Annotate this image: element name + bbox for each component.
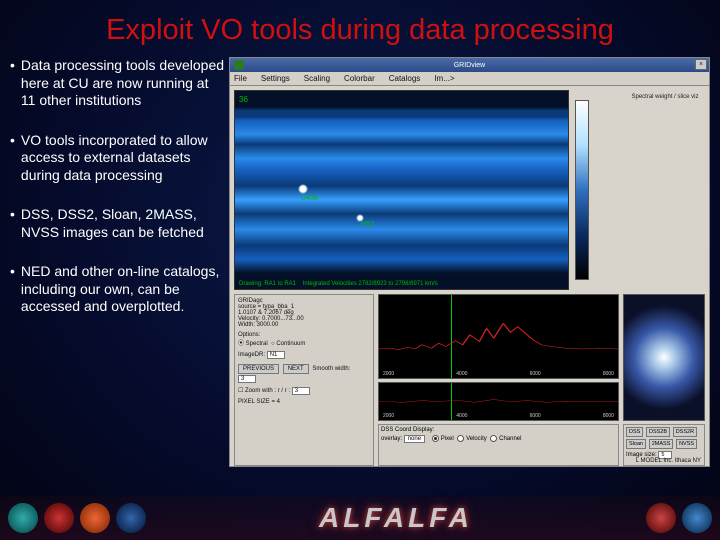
btn-dss2r[interactable]: DSS2R	[673, 427, 697, 437]
window-titlebar: GRIDview ×	[230, 58, 709, 72]
footer: ALFALFA	[0, 496, 720, 540]
badge-icon	[682, 503, 712, 533]
badge-icon	[646, 503, 676, 533]
bullet-2: VO tools incorporated to allow access to…	[21, 132, 225, 185]
spectrum-plot-bottom[interactable]: 2000 4000 6000 8000	[378, 382, 619, 421]
btn-nvss[interactable]: NVSS	[676, 439, 697, 449]
overlay-field[interactable]: none	[404, 435, 425, 443]
slide-title: Exploit VO tools during data processing	[0, 0, 720, 57]
right-caption: Spectral weight / slice viz	[625, 90, 705, 290]
menubar: File Settings Scaling Colorbar Catalogs …	[230, 72, 709, 86]
sky-caption-left: Drawing: RA1 to RA1	[239, 281, 296, 287]
info-line5: Width: 3000.00	[238, 322, 370, 328]
btn-dss2b[interactable]: DSS2B	[646, 427, 670, 437]
prev-button[interactable]: PREVIOUS	[238, 364, 279, 374]
btn-dss[interactable]: DSS	[626, 427, 643, 437]
bullet-3: DSS, DSS2, Sloan, 2MASS, NVSS images can…	[21, 206, 225, 241]
close-icon[interactable]: ×	[695, 59, 707, 70]
bullet-list: •Data processing tools developed here at…	[10, 57, 225, 467]
btn-sloan[interactable]: Sloan	[626, 439, 646, 449]
btn-2mass[interactable]: 2MASS	[649, 439, 674, 449]
badge-icon	[116, 503, 146, 533]
sky-caption-mid: Integrated Velocities 2782/8923 to 2798/…	[303, 281, 438, 287]
radio-channel[interactable]	[490, 435, 497, 442]
next-button[interactable]: NEXT	[283, 364, 309, 374]
radio-velocity[interactable]	[457, 435, 464, 442]
menu-scaling[interactable]: Scaling	[304, 72, 330, 85]
menu-colorbar[interactable]: Colorbar	[344, 72, 375, 85]
spectrum-plot-top[interactable]: 2000 4000 6000 8000	[378, 294, 619, 379]
source-label-2: H52	[361, 221, 374, 228]
imagedr-field[interactable]: N1	[267, 351, 285, 359]
zoom-label[interactable]: Zoom with : r / r :	[245, 388, 290, 394]
app-screenshot: GRIDview × File Settings Scaling Colorba…	[229, 57, 710, 467]
status-line: PIXEL SIZE = 4	[238, 399, 370, 405]
menu-settings[interactable]: Settings	[261, 72, 290, 85]
dss-thumbnail[interactable]	[623, 294, 705, 421]
badge-icon	[80, 503, 110, 533]
smooth-label: Smooth width:	[312, 366, 350, 372]
sky-image[interactable]: 36 U438 H52 Drawing: RA1 to RA1 Integrat…	[234, 90, 569, 290]
opt-spectral[interactable]: Spectral	[246, 341, 268, 347]
credit-line: L MODEL Inc. Ithaca NY	[636, 458, 701, 464]
menu-file[interactable]: File	[234, 72, 247, 85]
plot-controls: DSS Coord Display: overlay: none Pixel V…	[378, 424, 619, 466]
source-label-1: U438	[301, 195, 318, 202]
opt-continuum[interactable]: Continuum	[276, 341, 305, 347]
badge-icon	[8, 503, 38, 533]
menu-im[interactable]: Im...>	[434, 72, 454, 85]
bullet-4: NED and other on-line catalogs, includin…	[21, 263, 225, 316]
menu-catalogs[interactable]: Catalogs	[389, 72, 421, 85]
zoom-field[interactable]: 3	[292, 387, 310, 395]
radio-pixel[interactable]	[432, 435, 439, 442]
brand-logo: ALFALFA	[319, 502, 473, 534]
corner-num: 36	[239, 95, 248, 104]
overlay-label: overlay:	[381, 436, 402, 442]
imagedr-label: ImageDR:	[238, 352, 265, 358]
plotctrl-title: DSS Coord Display:	[381, 427, 616, 433]
window-title: GRIDview	[454, 62, 486, 69]
app-icon	[234, 60, 244, 70]
smooth-field[interactable]: 3	[238, 375, 256, 383]
info-panel: GRIDagc source = typa_bba_1 1.0107 & 7.2…	[234, 294, 374, 466]
bullet-1: Data processing tools developed here at …	[21, 57, 225, 110]
badge-icon	[44, 503, 74, 533]
colorbar	[575, 100, 589, 280]
